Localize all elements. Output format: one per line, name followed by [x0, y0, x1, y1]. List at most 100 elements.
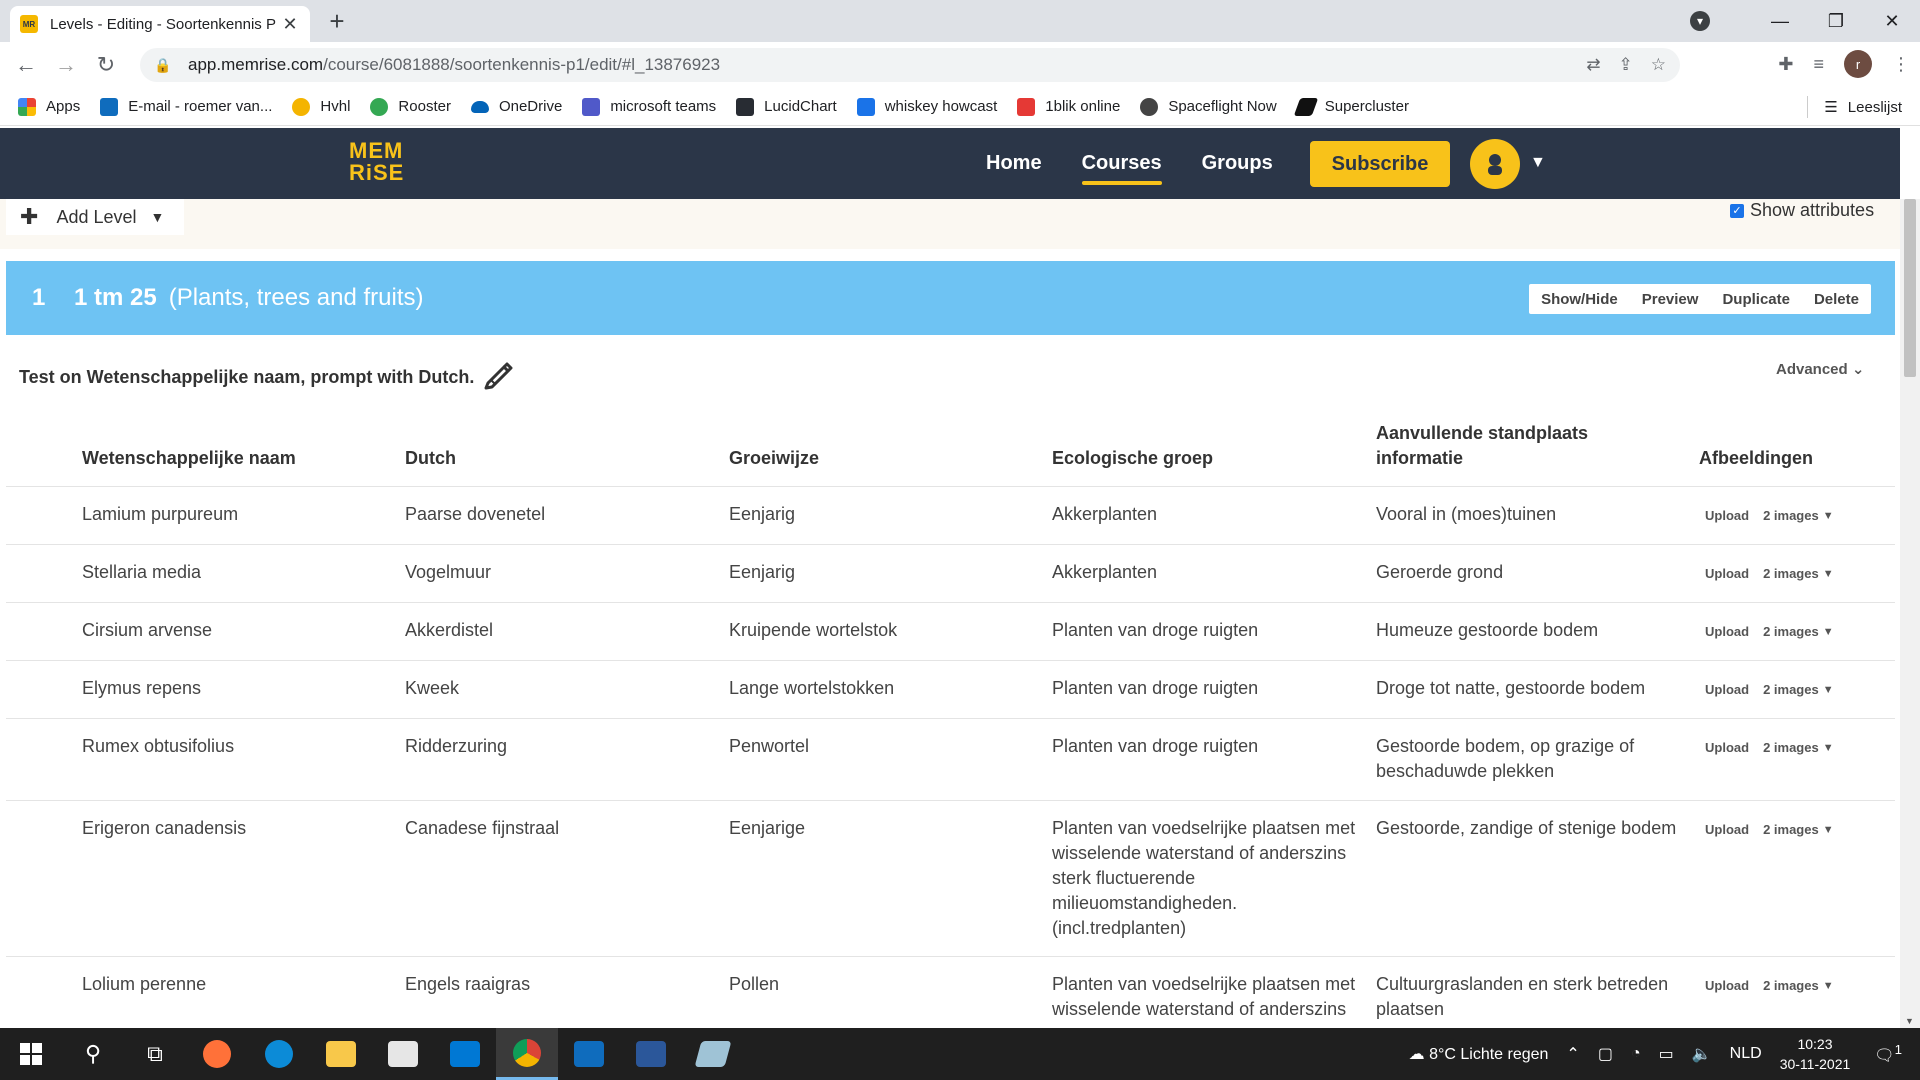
upload-button[interactable]: Upload	[1705, 566, 1749, 581]
browser-menu-icon[interactable]: ⋮	[1892, 54, 1910, 75]
cell-scientific-name[interactable]: Lamium purpureum	[82, 502, 238, 527]
cell-location-info[interactable]: Vooral in (moes)tuinen	[1376, 502, 1556, 527]
upload-button[interactable]: Upload	[1705, 682, 1749, 697]
cell-ecological-group[interactable]: Planten van droge ruigten	[1052, 676, 1258, 701]
nav-home[interactable]: Home	[986, 152, 1042, 175]
cell-ecological-group[interactable]: Planten van droge ruigten	[1052, 618, 1258, 643]
preview-button[interactable]: Preview	[1630, 291, 1711, 308]
cell-scientific-name[interactable]: Lolium perenne	[82, 972, 206, 997]
cell-scientific-name[interactable]: Rumex obtusifolius	[82, 734, 234, 759]
mail-icon[interactable]	[434, 1028, 496, 1080]
bookmark-email[interactable]: E-mail - roemer van...	[100, 97, 272, 116]
show-attributes-toggle[interactable]: ✓ Show attributes	[1730, 200, 1874, 221]
close-tab-icon[interactable]: ✕	[280, 14, 300, 35]
bookmark-star-icon[interactable]: ☆	[1651, 55, 1666, 75]
firefox-icon[interactable]	[186, 1028, 248, 1080]
cell-ecological-group[interactable]: Planten van droge ruigten	[1052, 734, 1258, 759]
bookmark-spaceflight-now[interactable]: Spaceflight Now	[1140, 97, 1277, 116]
outlook-icon[interactable]	[558, 1028, 620, 1080]
browser-tab[interactable]: MR Levels - Editing - Soortenkennis P ✕	[10, 6, 310, 42]
cell-dutch[interactable]: Akkerdistel	[405, 618, 493, 643]
address-bar[interactable]: 🔒 app.memrise.com/course/6081888/soorten…	[140, 48, 1680, 82]
bookmark-apps[interactable]: Apps	[18, 97, 80, 116]
close-window-button[interactable]: ✕	[1864, 11, 1920, 32]
lock-icon[interactable]: 🔒	[154, 57, 174, 74]
tray-chevron-icon[interactable]: ⌃	[1566, 1044, 1579, 1064]
chevron-down-icon[interactable]: ▼	[1823, 824, 1834, 836]
share-icon[interactable]: ⇪	[1619, 55, 1633, 75]
images-dropdown[interactable]: 2 images	[1763, 624, 1819, 639]
cell-growth[interactable]: Pollen	[729, 972, 779, 997]
nav-courses[interactable]: Courses	[1081, 152, 1162, 185]
display-icon[interactable]: ▭	[1659, 1044, 1674, 1064]
cell-dutch[interactable]: Kweek	[405, 676, 459, 701]
cell-growth[interactable]: Eenjarig	[729, 560, 795, 585]
weather-widget[interactable]: ☁ 8°C Lichte regen	[1409, 1044, 1549, 1064]
cell-location-info[interactable]: Gestoorde bodem, op grazige of beschaduw…	[1376, 734, 1634, 784]
cell-ecological-group[interactable]: Akkerplanten	[1052, 502, 1157, 527]
store-icon[interactable]	[372, 1028, 434, 1080]
cell-ecological-group[interactable]: Planten van voedselrijke plaatsen met wi…	[1052, 816, 1355, 941]
bookmark-whiskey-howcast[interactable]: whiskey howcast	[856, 97, 997, 116]
images-dropdown[interactable]: 2 images	[1763, 740, 1819, 755]
word-icon[interactable]	[620, 1028, 682, 1080]
chevron-down-icon[interactable]: ▼	[1823, 980, 1834, 992]
images-dropdown[interactable]: 2 images	[1763, 508, 1819, 523]
cell-ecological-group[interactable]: Akkerplanten	[1052, 560, 1157, 585]
bookmark-hvhl[interactable]: Hvhl	[292, 97, 350, 116]
chevron-down-icon[interactable]: ▼	[1823, 568, 1834, 580]
forward-button[interactable]: →	[46, 52, 86, 78]
chevron-down-icon[interactable]: ▼	[1823, 626, 1834, 638]
upload-button[interactable]: Upload	[1705, 624, 1749, 639]
tab-search-icon[interactable]: ▾	[1690, 11, 1710, 31]
task-view-icon[interactable]: ⧉	[124, 1028, 186, 1080]
show-attributes-checkbox[interactable]: ✓	[1730, 203, 1744, 218]
advanced-dropdown[interactable]: Advanced ⌄	[1776, 360, 1864, 378]
cell-scientific-name[interactable]: Cirsium arvense	[82, 618, 212, 643]
images-dropdown[interactable]: 2 images	[1763, 978, 1819, 993]
user-avatar[interactable]	[1470, 139, 1520, 189]
maximize-button[interactable]: ❐	[1808, 11, 1864, 32]
cell-scientific-name[interactable]: Stellaria media	[82, 560, 201, 585]
level-name[interactable]: 1 tm 25	[74, 284, 157, 312]
reload-button[interactable]: ↻	[86, 52, 126, 78]
minimize-button[interactable]: —	[1752, 11, 1808, 32]
reading-list[interactable]: ☰ Leeslijst	[1807, 88, 1902, 126]
cell-location-info[interactable]: Droge tot natte, gestoorde bodem	[1376, 676, 1645, 701]
memrise-logo[interactable]: MEM RiSE	[349, 140, 404, 184]
edge-icon[interactable]	[248, 1028, 310, 1080]
cell-ecological-group[interactable]: Planten van voedselrijke plaatsen met wi…	[1052, 972, 1355, 1022]
edit-pencil-icon[interactable]	[482, 357, 516, 398]
cell-location-info[interactable]: Gestoorde, zandige of stenige bodem	[1376, 816, 1676, 841]
upload-button[interactable]: Upload	[1705, 508, 1749, 523]
user-menu-caret-icon[interactable]: ▼	[1530, 154, 1546, 172]
bookmark-supercluster[interactable]: Supercluster	[1293, 97, 1409, 116]
cell-location-info[interactable]: Cultuurgraslanden en sterk betreden plaa…	[1376, 972, 1668, 1022]
images-dropdown[interactable]: 2 images	[1763, 822, 1819, 837]
page-scrollbar[interactable]: ▼	[1900, 199, 1920, 1028]
translate-icon[interactable]: ⇄	[1586, 55, 1600, 75]
delete-button[interactable]: Delete	[1802, 291, 1871, 308]
chrome-icon[interactable]	[496, 1028, 558, 1080]
cell-dutch[interactable]: Engels raaigras	[405, 972, 530, 997]
cell-growth[interactable]: Lange wortelstokken	[729, 676, 894, 701]
cell-dutch[interactable]: Ridderzuring	[405, 734, 507, 759]
extensions-icon[interactable]: ✚	[1778, 54, 1793, 75]
windows-start-icon[interactable]	[0, 1028, 62, 1080]
bookmark-onedrive[interactable]: OneDrive	[470, 98, 562, 115]
bookmark-teams[interactable]: microsoft teams	[582, 97, 716, 116]
search-icon[interactable]: ⚲	[62, 1028, 124, 1080]
upload-button[interactable]: Upload	[1705, 822, 1749, 837]
back-button[interactable]: ←	[6, 52, 46, 78]
show-hide-button[interactable]: Show/Hide	[1529, 291, 1630, 308]
new-tab-button[interactable]: +	[322, 8, 352, 34]
bookmark-lucidchart[interactable]: LucidChart	[736, 97, 837, 116]
profile-avatar[interactable]: r	[1844, 50, 1872, 78]
images-dropdown[interactable]: 2 images	[1763, 682, 1819, 697]
images-dropdown[interactable]: 2 images	[1763, 566, 1819, 581]
bookmark-rooster[interactable]: Rooster	[370, 97, 451, 116]
upload-button[interactable]: Upload	[1705, 740, 1749, 755]
notes-app-icon[interactable]	[682, 1028, 744, 1080]
nav-groups[interactable]: Groups	[1202, 152, 1273, 175]
chevron-down-icon[interactable]: ▼	[1823, 510, 1834, 522]
